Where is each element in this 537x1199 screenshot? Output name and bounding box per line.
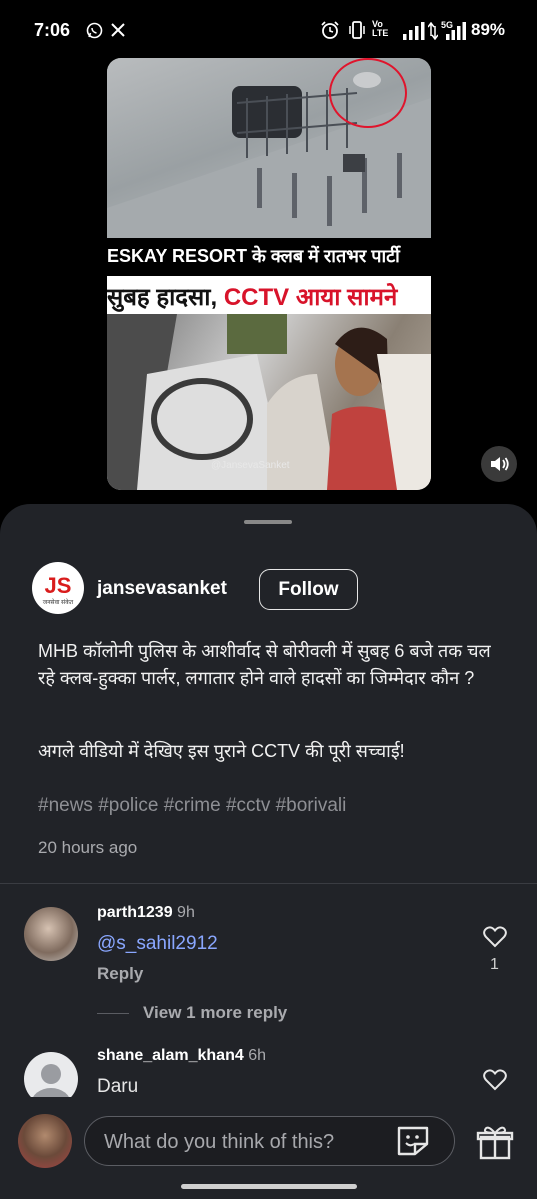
video-caption-line1: ESKAY RESORT के क्लब में रातभर पार्टी bbox=[107, 246, 400, 266]
comment-time: 9h bbox=[177, 904, 195, 921]
logo-subtext: जनसेवा संकेत bbox=[42, 600, 74, 606]
volte-label: Vo LTE bbox=[372, 19, 389, 38]
sheet-drag-handle[interactable] bbox=[244, 520, 292, 524]
speaker-icon bbox=[491, 457, 509, 471]
comment-mention-link[interactable]: @s_sahil2912 bbox=[97, 933, 218, 955]
highlight-circle bbox=[329, 58, 407, 128]
alarm-icon bbox=[321, 21, 339, 39]
view-more-replies-button[interactable]: View 1 more reply bbox=[143, 1003, 287, 1023]
data-arrows-icon bbox=[428, 22, 438, 40]
reply-button[interactable]: Reply bbox=[97, 964, 143, 984]
5g-signal-icon bbox=[446, 22, 466, 40]
battery-level: 89% bbox=[471, 20, 506, 39]
comment-username[interactable]: shane_alam_khan4 bbox=[97, 1047, 244, 1064]
video-player[interactable]: ESKAY RESORT के क्लब में रातभर पार्टी सु… bbox=[107, 58, 431, 490]
comment-header: parth1239 9h bbox=[97, 904, 195, 922]
heart-icon[interactable] bbox=[482, 924, 508, 950]
logo-text: JS bbox=[44, 573, 72, 598]
video-caption-line2-b: CCTV आया सामने bbox=[223, 284, 398, 311]
divider bbox=[0, 883, 537, 884]
home-indicator[interactable] bbox=[181, 1184, 357, 1189]
post-timestamp: 20 hours ago bbox=[38, 838, 138, 857]
sticker-icon[interactable] bbox=[395, 1124, 431, 1158]
whatsapp-icon bbox=[86, 22, 103, 39]
like-count: 1 bbox=[490, 956, 499, 973]
commenter-avatar[interactable] bbox=[24, 907, 78, 961]
replies-line bbox=[97, 1013, 129, 1014]
gift-icon[interactable] bbox=[475, 1124, 515, 1160]
author-avatar[interactable]: JS जनसेवा संकेत bbox=[32, 562, 84, 614]
post-hashtags[interactable]: #news #police #crime #cctv #borivali bbox=[38, 795, 346, 817]
vibrate-icon bbox=[349, 21, 365, 39]
x-icon bbox=[111, 23, 125, 37]
comment-text: Daru bbox=[97, 1076, 139, 1097]
comment-time: 6h bbox=[248, 1047, 266, 1064]
video-caption-line2-a: सुबह हादसा, bbox=[107, 284, 224, 311]
follow-button[interactable]: Follow bbox=[259, 569, 358, 610]
current-user-avatar bbox=[18, 1114, 72, 1168]
video-caption-line2: सुबह हादसा, CCTV आया सामने bbox=[107, 280, 431, 313]
author-username[interactable]: jansevasanket bbox=[97, 578, 227, 600]
comment-header: shane_alam_khan4 6h bbox=[97, 1047, 266, 1065]
status-bar: 7:06 Vo LTE 5G 89% bbox=[0, 0, 537, 60]
signal-icon bbox=[403, 22, 425, 40]
heart-icon[interactable] bbox=[482, 1067, 508, 1093]
clock: 7:06 bbox=[34, 20, 71, 40]
post-caption-paragraph1: MHB कॉलोनी पुलिस के आशीर्वाद से बोरीवली … bbox=[38, 641, 491, 688]
video-watermark: @JansevaSanket bbox=[211, 460, 290, 471]
comment-username[interactable]: parth1239 bbox=[97, 904, 173, 921]
post-caption-paragraph2: अगले वीडियो में देखिए इस पुराने CCTV की … bbox=[38, 741, 405, 761]
mute-toggle-button[interactable] bbox=[481, 446, 517, 482]
comment-input-placeholder[interactable]: What do you think of this? bbox=[104, 1131, 334, 1154]
